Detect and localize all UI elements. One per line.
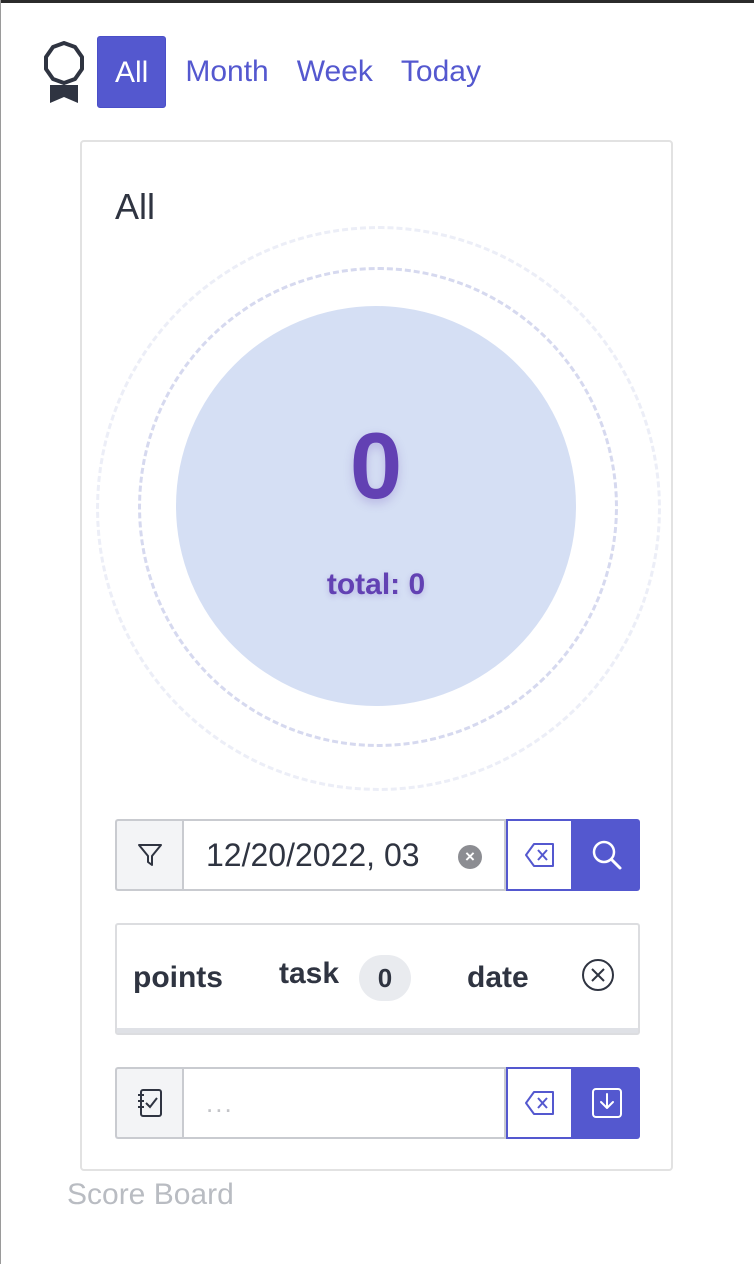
column-points: points	[133, 961, 223, 994]
save-entry-button[interactable]	[573, 1067, 640, 1139]
download-icon	[591, 1088, 622, 1118]
score-value: 0	[349, 413, 403, 518]
task-check-icon	[115, 1067, 182, 1139]
backspace-icon	[524, 843, 554, 867]
score-total: total: 0	[326, 568, 426, 601]
top-nav: All Month Week Today	[38, 36, 500, 108]
search-icon	[592, 840, 621, 870]
window-top-edge	[0, 0, 754, 3]
date-filter-value: 12/20/2022, 03	[206, 836, 420, 873]
task-entry-bar: ...	[115, 1067, 640, 1139]
close-circle-icon[interactable]	[581, 958, 615, 997]
filter-icon	[115, 819, 182, 891]
score-circle: 0 total: 0	[176, 306, 576, 706]
column-date: date	[467, 961, 529, 994]
clear-entry-button[interactable]	[506, 1067, 573, 1139]
clear-filter-button[interactable]	[506, 819, 573, 891]
task-entry-input[interactable]: ...	[182, 1067, 506, 1139]
tab-week[interactable]: Week	[288, 36, 382, 108]
tab-today[interactable]: Today	[392, 36, 490, 108]
backspace-icon	[524, 1091, 554, 1115]
task-count-badge: 0	[359, 955, 411, 1001]
task-entry-placeholder: ...	[206, 1087, 234, 1118]
date-filter-bar: 12/20/2022, 03 ×	[115, 819, 640, 891]
score-table-header: points task 0 date	[115, 923, 640, 1035]
header-underline	[117, 1028, 638, 1033]
date-filter-input[interactable]: 12/20/2022, 03 ×	[182, 819, 506, 891]
card-title: All	[115, 186, 156, 227]
score-card: All 0 total: 0 12/20/2022, 03 × points t…	[80, 140, 673, 1171]
window-left-edge	[0, 0, 1, 1264]
award-badge-icon	[38, 36, 90, 108]
tab-month[interactable]: Month	[176, 36, 277, 108]
tab-all[interactable]: All	[97, 36, 167, 108]
column-task: task	[279, 957, 340, 990]
clear-date-icon[interactable]: ×	[458, 845, 482, 869]
search-button[interactable]	[573, 819, 640, 891]
footer-label: Score Board	[67, 1178, 234, 1211]
